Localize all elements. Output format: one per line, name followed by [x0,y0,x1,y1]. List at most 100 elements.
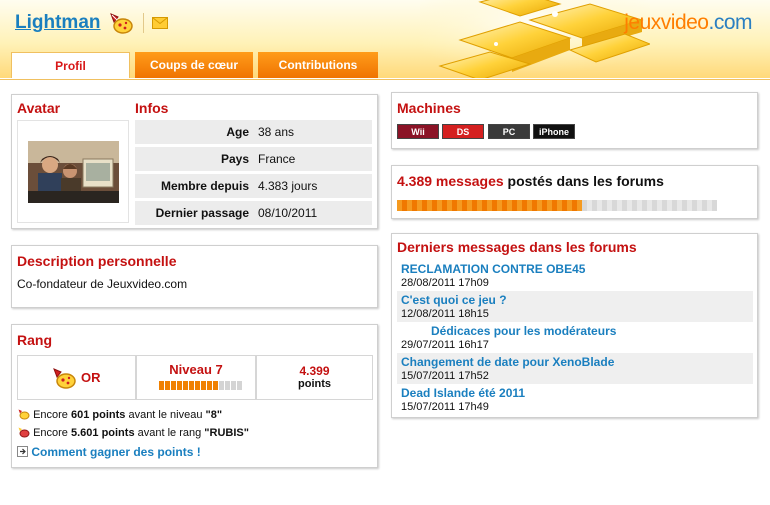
separator [143,13,144,33]
message-date: 15/07/2011 17h49 [401,401,489,413]
site-logo[interactable]: jeuxvideo.com [624,11,752,35]
points-cell: 4.399 points [256,355,373,400]
progress-segment [213,381,218,390]
logo-text: jeuxvideo [624,11,709,34]
info-row-age: Age 38 ans [135,120,372,144]
message-date: 29/07/2011 16h17 [401,339,489,351]
messages-count-panel: 4.389 messages postés dans les forums [391,165,758,219]
infos-title: Infos [135,100,169,116]
how-to-earn-link[interactable]: Comment gagner des points ! [31,445,200,459]
next-level-line: Encore 601 points avant le niveau "8" [17,408,222,421]
info-label: Dernier passage [155,206,249,220]
progress-segment [712,200,717,211]
message-date: 12/08/2011 18h15 [401,308,489,320]
info-row-membre-depuis: Membre depuis 4.383 jours [135,174,372,198]
progress-segment [219,381,224,390]
tab-contributions[interactable]: Contributions [258,52,378,78]
message-link[interactable]: Dead Islande été 2011 [401,386,525,400]
next-rank-line: Encore 5.601 points avant le rang "RUBIS… [17,426,249,439]
machine-badge-pc[interactable]: PC [488,124,530,139]
progress-segment [159,381,164,390]
mail-icon[interactable] [152,17,168,29]
avatar-frame [17,120,129,223]
info-row-dernier-passage: Dernier passage 08/10/2011 [135,201,372,225]
progress-segment [183,381,188,390]
list-item: Dead Islande été 2011 15/07/2011 17h49 [397,384,753,415]
message-link[interactable]: Changement de date pour XenoBlade [401,355,614,369]
description-title: Description personnelle [17,253,177,269]
progress-segment [225,381,230,390]
level-progress-bar [159,381,242,390]
machine-badge-wii[interactable]: Wii [397,124,439,139]
progress-segment [195,381,200,390]
arrow-right-icon [17,446,28,457]
gold-rank-icon [53,368,76,389]
gold-rank-icon [18,409,30,420]
rank-title: Rang [17,332,52,348]
top-bar: Lightman jeuxvideo.com [0,0,770,44]
last-messages-title: Derniers messages dans les forums [397,239,637,255]
info-value: 4.383 jours [258,179,318,193]
machines-panel: Machines Wii DS PC iPhone [391,92,758,149]
rank-cell: OR [17,355,136,400]
progress-segment [237,381,242,390]
message-date: 28/08/2011 17h09 [401,277,489,289]
header: Lightman jeuxvideo.com Profil Coups de c… [0,0,770,78]
list-item: RECLAMATION CONTRE OBE45 28/08/2011 17h0… [397,260,753,291]
progress-segment [201,381,206,390]
message-link[interactable]: RECLAMATION CONTRE OBE45 [401,262,585,276]
progress-segment [207,381,212,390]
profile-panel: Avatar Infos Age 38 ans Pays France Memb… [11,94,378,229]
list-item: Dédicaces pour les modérateurs 29/07/201… [397,322,753,353]
level-label: Niveau 7 [169,362,223,377]
info-row-pays: Pays France [135,147,372,171]
level-cell: Niveau 7 [136,355,256,400]
description-panel: Description personnelle Co-fondateur de … [11,245,378,308]
messages-suffix: postés dans les forums [507,173,664,189]
list-item: C'est quoi ce jeu ? 12/08/2011 18h15 [397,291,753,322]
next-rank-prefix: Encore [33,427,68,439]
avatar-title: Avatar [17,100,61,116]
tab-coups-de-coeur[interactable]: Coups de cœur [135,52,253,78]
ruby-rank-icon [18,427,30,438]
rank-panel: Rang OR Niveau 7 4.399 points Encore 601… [11,324,378,468]
progress-segment [165,381,170,390]
rank-name: OR [81,370,101,385]
progress-segment [189,381,194,390]
info-label: Pays [220,152,249,166]
description-text: Co-fondateur de Jeuxvideo.com [17,277,188,291]
next-level-points: 601 points [70,409,126,421]
progress-segment [231,381,236,390]
points-label: points [298,378,331,390]
machine-badge-iphone[interactable]: iPhone [533,124,575,139]
avatar [28,141,119,203]
messages-summary: 4.389 messages postés dans les forums [397,173,664,189]
info-value: 08/10/2011 [258,206,318,220]
info-label: Membre depuis [160,179,249,193]
info-value: 38 ans [258,125,295,139]
next-rank-mid: avant le rang [137,427,202,439]
how-to-earn: Comment gagner des points ! [17,445,201,459]
progress-segment [171,381,176,390]
tab-profil[interactable]: Profil [11,52,130,78]
tab-bar-border [0,79,770,80]
messages-count: 4.389 messages [397,173,504,189]
messages-progress-bar [397,200,717,211]
points-value: 4.399 [299,364,330,378]
username-link[interactable]: Lightman [15,12,101,34]
next-rank-points: 5.601 points [70,427,135,439]
machines-title: Machines [397,100,461,116]
next-level-mid: avant le niveau [128,409,203,421]
info-value: France [258,152,296,166]
last-messages-panel: Derniers messages dans les forums RECLAM… [391,233,758,418]
list-item: Changement de date pour XenoBlade 15/07/… [397,353,753,384]
machine-badge-ds[interactable]: DS [442,124,484,139]
message-link[interactable]: C'est quoi ce jeu ? [401,293,507,307]
logo-domain: .com [708,11,752,34]
next-level-target: "8" [205,409,223,421]
info-label: Age [226,125,249,139]
message-link[interactable]: Dédicaces pour les modérateurs [431,324,616,338]
gold-rank-icon [110,13,133,34]
next-rank-target: "RUBIS" [204,427,249,439]
message-date: 15/07/2011 17h52 [401,370,489,382]
